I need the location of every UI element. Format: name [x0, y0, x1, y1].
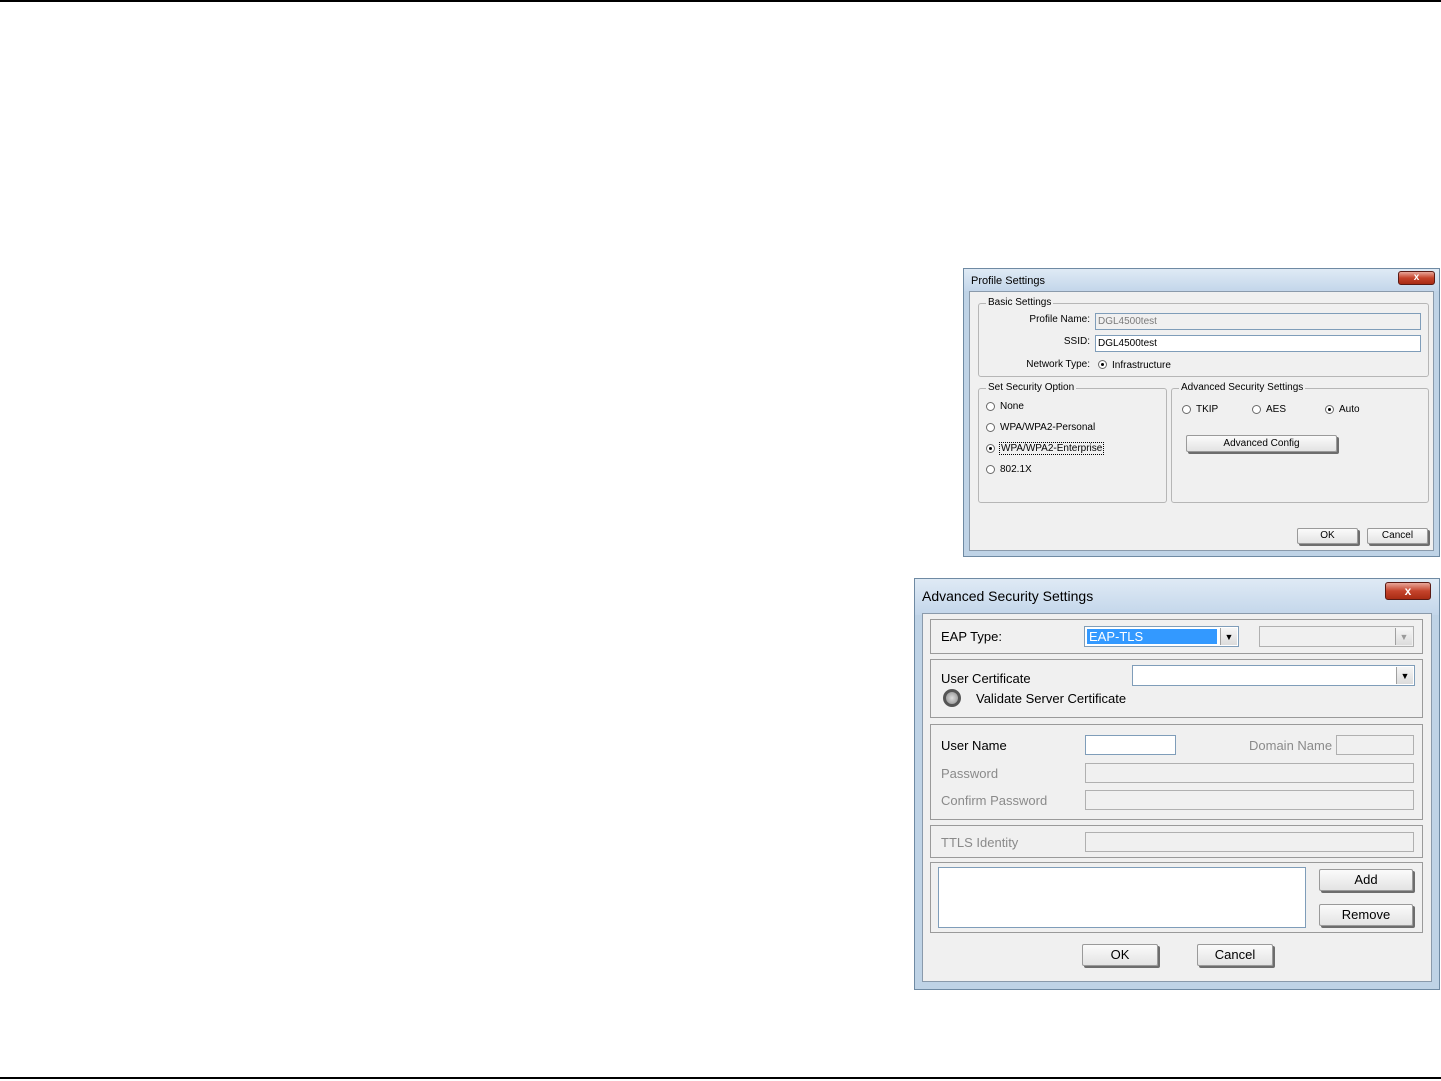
cancel-button[interactable]: Cancel — [1367, 528, 1428, 544]
profile-name-label: Profile Name: — [1029, 314, 1090, 325]
aes-label: AES — [1266, 404, 1287, 415]
certificate-panel: User Certificate ▼ Validate Server Certi… — [930, 659, 1423, 718]
server-list[interactable] — [938, 867, 1306, 928]
ssid-field[interactable]: DGL4500test — [1095, 335, 1421, 352]
titlebar: Profile Settings x — [964, 269, 1439, 291]
security-wpa-personal-label: WPA/WPA2-Personal — [1000, 422, 1096, 433]
credentials-panel: User Name Domain Name Password Confirm P… — [930, 724, 1423, 820]
validate-server-toggle[interactable] — [943, 689, 961, 707]
eap-type-value: EAP-TLS — [1087, 629, 1217, 644]
security-option-legend: Set Security Option — [986, 382, 1077, 393]
ttls-panel: TTLS Identity — [930, 825, 1423, 858]
close-icon: x — [1404, 584, 1412, 598]
tkip-radio[interactable] — [1182, 405, 1191, 414]
user-name-field[interactable] — [1085, 735, 1176, 755]
ssid-label: SSID: — [1063, 336, 1090, 347]
advanced-security-group: Advanced Security Settings TKIP AES Auto… — [1171, 382, 1429, 503]
basic-settings-group: Basic Settings Profile Name: DGL4500test… — [978, 297, 1429, 377]
confirm-password-field — [1085, 790, 1414, 810]
aes-radio[interactable] — [1252, 405, 1261, 414]
ok-button[interactable]: OK — [1082, 944, 1158, 966]
server-list-panel: Add Remove — [930, 862, 1423, 933]
infrastructure-radio[interactable] — [1098, 360, 1107, 369]
security-wpa-enterprise-label: WPA/WPA2-Enterprise — [999, 442, 1105, 455]
validate-server-label: Validate Server Certificate — [976, 691, 1127, 706]
dialog-body: Basic Settings Profile Name: DGL4500test… — [969, 291, 1434, 551]
confirm-password-label: Confirm Password — [941, 793, 1048, 808]
security-option-group: Set Security Option None WPA/WPA2-Person… — [978, 382, 1167, 503]
network-type-label: Network Type: — [1026, 359, 1090, 370]
security-wpa-enterprise-radio[interactable] — [986, 444, 995, 453]
close-button[interactable]: x — [1385, 582, 1431, 600]
add-button[interactable]: Add — [1319, 869, 1413, 891]
eap-type-select[interactable]: EAP-TLS ▼ — [1084, 626, 1239, 647]
eap-type-label: EAP Type: — [941, 629, 1002, 644]
security-none-label: None — [1000, 401, 1024, 412]
chevron-down-icon[interactable]: ▼ — [1220, 628, 1237, 645]
password-label: Password — [941, 766, 999, 781]
auto-radio[interactable] — [1325, 405, 1334, 414]
profile-name-value: DGL4500test — [1098, 316, 1157, 327]
dialog-body: EAP Type: EAP-TLS ▼ ▼ User Certificate ▼… — [922, 613, 1432, 982]
auto-label: Auto — [1339, 404, 1360, 415]
user-name-label: User Name — [941, 738, 1007, 753]
user-certificate-label: User Certificate — [941, 671, 1031, 686]
security-wpa-personal-radio[interactable] — [986, 423, 995, 432]
security-8021x-radio[interactable] — [986, 465, 995, 474]
close-button[interactable]: x — [1398, 271, 1435, 285]
security-none-radio[interactable] — [986, 402, 995, 411]
dialog-title: Advanced Security Settings — [922, 588, 1094, 604]
dialog-title: Profile Settings — [971, 275, 1045, 287]
top-rule — [0, 0, 1441, 2]
bottom-rule — [0, 1077, 1441, 1079]
ttls-identity-field — [1085, 832, 1414, 852]
profile-settings-dialog: Profile Settings x Basic Settings Profil… — [963, 268, 1440, 557]
chevron-down-icon: ▼ — [1395, 628, 1412, 645]
close-icon: x — [1413, 272, 1420, 283]
remove-button[interactable]: Remove — [1319, 904, 1413, 926]
eap-subtype-select: ▼ — [1259, 626, 1414, 647]
profile-name-field: DGL4500test — [1095, 313, 1421, 330]
ttls-identity-label: TTLS Identity — [941, 835, 1019, 850]
advanced-security-dialog: Advanced Security Settings x EAP Type: E… — [914, 578, 1440, 990]
user-certificate-select[interactable]: ▼ — [1132, 665, 1415, 686]
domain-name-field — [1336, 735, 1414, 755]
advanced-security-legend: Advanced Security Settings — [1179, 382, 1306, 393]
cancel-button[interactable]: Cancel — [1197, 944, 1273, 966]
advanced-config-button[interactable]: Advanced Config — [1186, 435, 1337, 452]
tkip-label: TKIP — [1196, 404, 1219, 415]
password-field — [1085, 763, 1414, 783]
chevron-down-icon[interactable]: ▼ — [1396, 667, 1413, 684]
infrastructure-label: Infrastructure — [1112, 360, 1171, 371]
titlebar: Advanced Security Settings x — [915, 579, 1439, 615]
domain-name-label: Domain Name — [1249, 738, 1333, 753]
ssid-value: DGL4500test — [1098, 338, 1157, 349]
basic-settings-legend: Basic Settings — [986, 297, 1054, 308]
ok-button[interactable]: OK — [1297, 528, 1358, 544]
security-8021x-label: 802.1X — [1000, 464, 1032, 475]
eap-type-panel: EAP Type: EAP-TLS ▼ ▼ — [930, 619, 1423, 654]
